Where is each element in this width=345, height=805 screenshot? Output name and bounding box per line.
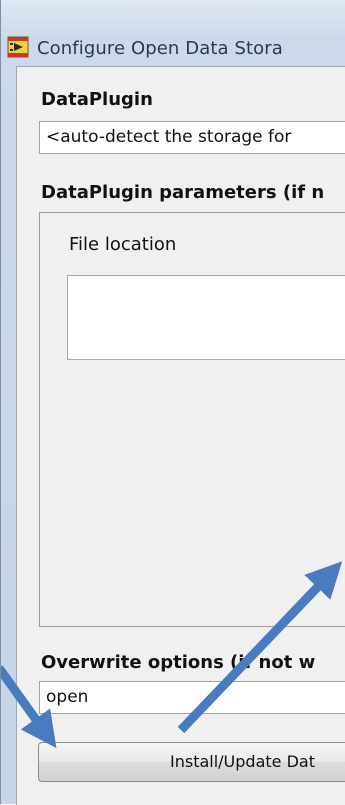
install-update-dataplugin-button[interactable]: Install/Update Dat	[38, 742, 345, 782]
dataplugin-label: DataPlugin	[41, 89, 153, 110]
file-location-field[interactable]	[67, 275, 345, 360]
window-title: Configure Open Data Stora	[37, 38, 283, 59]
dataplugin-parameters-label: DataPlugin parameters (if n	[41, 182, 325, 203]
overwrite-options-select[interactable]: open	[39, 681, 345, 714]
file-location-label: File location	[69, 234, 177, 255]
overwrite-options-label: Overwrite options (if not w	[41, 652, 316, 673]
dataplugin-select[interactable]: <auto-detect the storage for	[39, 121, 345, 154]
title-bar: Configure Open Data Stora	[1, 10, 345, 70]
labview-vi-icon	[7, 36, 29, 58]
dialog-window: Configure Open Data Stora DataPlugin <au…	[0, 0, 345, 805]
